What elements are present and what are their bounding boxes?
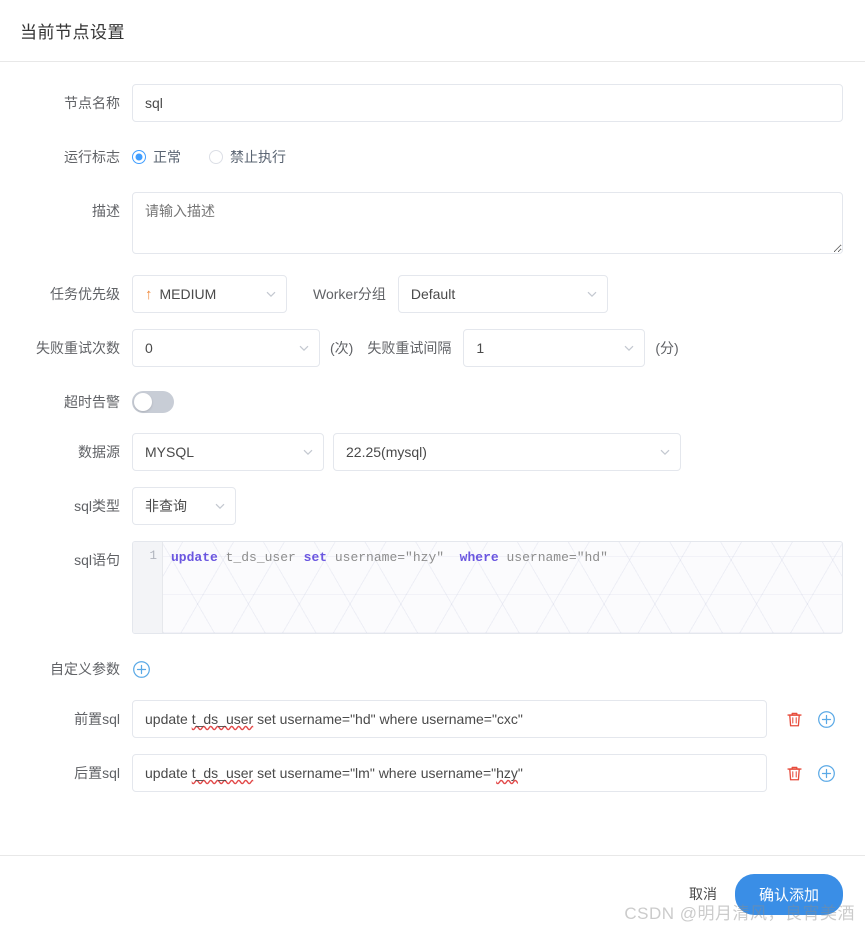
retry-interval-select[interactable]: 1 bbox=[463, 329, 646, 367]
worker-group-select[interactable]: Default bbox=[397, 275, 608, 313]
priority-worker-control: ↑ MEDIUM Worker分组 Default bbox=[132, 275, 843, 313]
datasource-instance-value: 22.25(mysql) bbox=[346, 444, 427, 460]
sql-statement-control: 1 update t_ds_user set username="hzy" wh… bbox=[132, 541, 843, 634]
chevron-down-icon bbox=[265, 288, 277, 300]
node-name-input[interactable] bbox=[132, 84, 843, 122]
priority-select[interactable]: ↑ MEDIUM bbox=[132, 275, 287, 313]
form-row-timeout-alarm: 超时告警 bbox=[22, 383, 843, 421]
pre-sql-control: update t_ds_user set username="hd" where… bbox=[132, 700, 843, 738]
sql-type-label: sql类型 bbox=[74, 498, 120, 514]
form-row-custom-params: 自定义参数 bbox=[22, 650, 843, 688]
form-row-sql-type: sql类型 非查询 bbox=[22, 487, 843, 525]
trash-icon[interactable] bbox=[785, 710, 804, 729]
datasource-instance-select[interactable]: 22.25(mysql) bbox=[333, 433, 681, 471]
sql-code-text[interactable]: update t_ds_user set username="hzy" wher… bbox=[163, 542, 842, 633]
datasource-label: 数据源 bbox=[78, 444, 120, 460]
form-row-run-flag: 运行标志 正常 禁止执行 bbox=[22, 138, 843, 176]
run-flag-control: 正常 禁止执行 bbox=[132, 138, 843, 176]
timeout-alarm-toggle[interactable] bbox=[132, 391, 174, 413]
dialog-body: 节点名称 运行标志 正常 禁止执行 描述 任 bbox=[0, 62, 865, 792]
form-row-node-name: 节点名称 bbox=[22, 84, 843, 122]
radio-normal-label: 正常 bbox=[153, 149, 181, 165]
worker-group-label: Worker分组 bbox=[313, 286, 386, 302]
description-control bbox=[132, 192, 843, 259]
page-title: 当前节点设置 bbox=[20, 23, 125, 42]
retry-times-label: 失败重试次数 bbox=[36, 340, 120, 356]
datasource-type-select[interactable]: MYSQL bbox=[132, 433, 324, 471]
form-row-datasource: 数据源 MYSQL 22.25(mysql) bbox=[22, 433, 843, 471]
retry-control: 0 (次) 失败重试间隔 1 (分) bbox=[132, 329, 843, 367]
retry-times-value: 0 bbox=[145, 340, 153, 356]
timeout-alarm-control bbox=[132, 383, 843, 418]
radio-normal[interactable]: 正常 bbox=[132, 147, 181, 167]
form-row-retry: 失败重试次数 0 (次) 失败重试间隔 1 (分) bbox=[22, 329, 843, 367]
description-label: 描述 bbox=[92, 203, 120, 219]
chevron-down-icon bbox=[586, 288, 598, 300]
chevron-down-icon bbox=[659, 446, 671, 458]
retry-interval-label: 失败重试间隔 bbox=[367, 340, 452, 356]
post-sql-actions bbox=[785, 764, 843, 783]
retry-times-unit: (次) bbox=[330, 340, 354, 356]
trash-icon[interactable] bbox=[785, 764, 804, 783]
post-sql-value: update t_ds_user set username="lm" where… bbox=[145, 765, 523, 781]
worker-group-value: Default bbox=[410, 286, 456, 302]
form-row-pre-sql: 前置sql update t_ds_user set username="hd"… bbox=[22, 700, 843, 738]
run-flag-radio-group: 正常 禁止执行 bbox=[132, 138, 843, 176]
post-sql-input[interactable]: update t_ds_user set username="lm" where… bbox=[132, 754, 767, 792]
retry-interval-value: 1 bbox=[476, 340, 485, 356]
chevron-down-icon bbox=[623, 342, 635, 354]
chevron-down-icon bbox=[214, 500, 226, 512]
datasource-control: MYSQL 22.25(mysql) bbox=[132, 433, 843, 471]
timeout-alarm-label: 超时告警 bbox=[64, 394, 120, 410]
priority-value: MEDIUM bbox=[159, 286, 217, 302]
retry-times-select[interactable]: 0 bbox=[132, 329, 320, 367]
plus-circle-icon[interactable] bbox=[817, 710, 836, 729]
form-row-sql-statement: sql语句 1 update t_ds_user set username="h… bbox=[22, 541, 843, 634]
node-name-control bbox=[132, 84, 843, 122]
post-sql-control: update t_ds_user set username="lm" where… bbox=[132, 754, 843, 792]
node-name-label: 节点名称 bbox=[64, 95, 120, 111]
toggle-knob bbox=[134, 393, 152, 411]
sql-type-select[interactable]: 非查询 bbox=[132, 487, 236, 525]
form-row-priority-worker: 任务优先级 ↑ MEDIUM Worker分组 Default bbox=[22, 275, 843, 313]
plus-circle-icon[interactable] bbox=[132, 660, 151, 679]
form-row-description: 描述 bbox=[22, 192, 843, 259]
dialog-footer: 取消 确认添加 bbox=[0, 855, 865, 932]
sql-type-value: 非查询 bbox=[145, 498, 187, 514]
radio-forbidden[interactable]: 禁止执行 bbox=[209, 147, 286, 167]
chevron-down-icon bbox=[302, 446, 314, 458]
pre-sql-actions bbox=[785, 710, 843, 729]
dialog-header: 当前节点设置 bbox=[0, 0, 865, 62]
radio-forbidden-icon bbox=[209, 150, 223, 164]
priority-up-arrow-icon: ↑ bbox=[145, 285, 153, 303]
form-row-post-sql: 后置sql update t_ds_user set username="lm"… bbox=[22, 754, 843, 792]
pre-sql-label: 前置sql bbox=[74, 711, 120, 727]
plus-circle-icon[interactable] bbox=[817, 764, 836, 783]
chevron-down-icon bbox=[298, 342, 310, 354]
sql-statement-label: sql语句 bbox=[74, 552, 120, 568]
post-sql-label: 后置sql bbox=[74, 765, 120, 781]
datasource-type-value: MYSQL bbox=[145, 444, 195, 460]
custom-params-label: 自定义参数 bbox=[50, 661, 120, 677]
run-flag-label: 运行标志 bbox=[64, 149, 120, 165]
sql-type-control: 非查询 bbox=[132, 487, 843, 525]
sql-code-editor[interactable]: 1 update t_ds_user set username="hzy" wh… bbox=[132, 541, 843, 634]
radio-normal-icon bbox=[132, 150, 146, 164]
radio-forbidden-label: 禁止执行 bbox=[230, 149, 286, 165]
priority-label: 任务优先级 bbox=[50, 286, 120, 302]
cancel-button[interactable]: 取消 bbox=[685, 878, 721, 910]
custom-params-control bbox=[132, 650, 843, 679]
pre-sql-value: update t_ds_user set username="hd" where… bbox=[145, 711, 523, 727]
description-textarea[interactable] bbox=[132, 192, 843, 254]
retry-interval-unit: (分) bbox=[655, 340, 679, 356]
confirm-add-button[interactable]: 确认添加 bbox=[734, 873, 843, 915]
pre-sql-input[interactable]: update t_ds_user set username="hd" where… bbox=[132, 700, 767, 738]
code-line-number: 1 bbox=[133, 542, 163, 633]
